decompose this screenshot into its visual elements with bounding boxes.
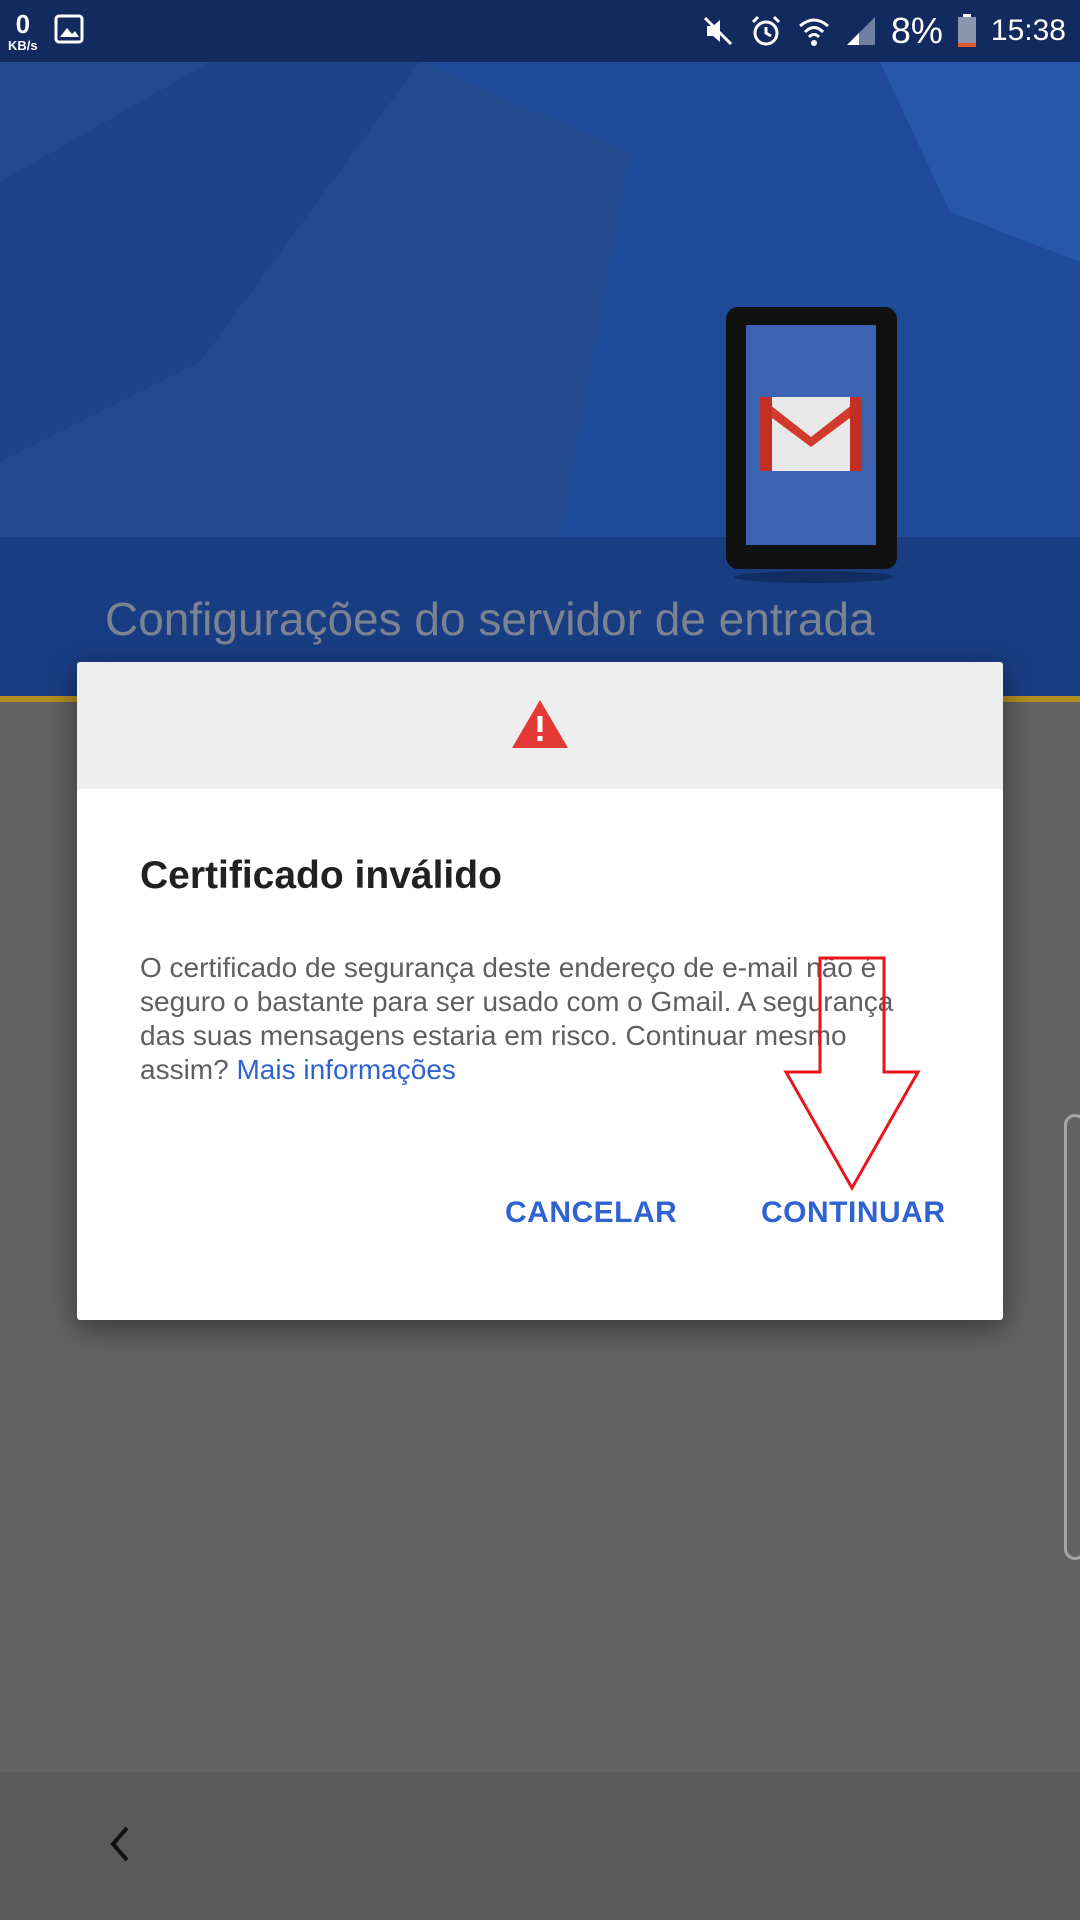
status-bar: 0 KB/s 8% 15:38: [0, 0, 1080, 62]
network-speed-value: 0: [15, 8, 31, 39]
warning-icon: [510, 698, 570, 755]
image-icon: [54, 14, 84, 49]
cancel-button[interactable]: CANCELAR: [505, 1196, 677, 1230]
navigation-bar: [0, 1772, 1080, 1920]
battery-icon: [957, 14, 977, 48]
page-title: Configurações do servidor de entrada: [105, 593, 875, 645]
edge-panel-handle[interactable]: [1064, 1114, 1080, 1560]
mute-icon: [701, 14, 735, 48]
wifi-icon: [797, 14, 831, 48]
more-info-link[interactable]: Mais informações: [236, 1054, 455, 1085]
alarm-icon: [749, 14, 783, 48]
network-speed-unit: KB/s: [8, 37, 38, 53]
continue-button[interactable]: CONTINUAR: [761, 1196, 946, 1230]
signal-icon: [845, 15, 877, 47]
dialog-title: Certificado inválido: [140, 854, 502, 897]
clock: 15:38: [990, 14, 1066, 47]
red-arrow-down-icon: [780, 955, 930, 1200]
network-speed: 0 KB/s: [8, 11, 38, 52]
back-chevron-icon[interactable]: [105, 1822, 135, 1871]
battery-percent: 8%: [890, 10, 943, 51]
gmail-device-icon: [724, 305, 899, 590]
setup-header: Configurações do servidor de entrada: [0, 62, 1080, 702]
dialog-header: [77, 662, 1003, 789]
